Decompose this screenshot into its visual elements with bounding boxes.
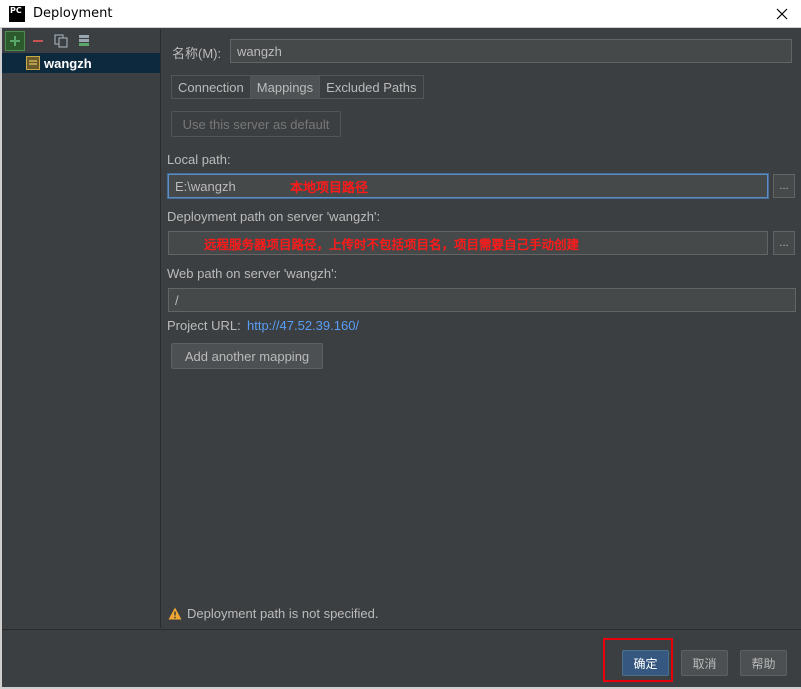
sftp-server-icon — [26, 56, 40, 70]
tab-excluded-paths[interactable]: Excluded Paths — [319, 75, 424, 99]
config-tabs: Connection Mappings Excluded Paths — [171, 75, 424, 99]
server-config-panel: 名称(M): wangzh Connection Mappings Exclud… — [162, 29, 801, 628]
name-label: 名称(M): — [172, 46, 222, 61]
title-bar: PC Deployment — [0, 0, 801, 28]
close-icon[interactable] — [771, 3, 793, 25]
local-path-value: E:\wangzh — [175, 178, 236, 194]
copy-server-button[interactable] — [51, 31, 71, 51]
set-default-server-button[interactable] — [74, 31, 94, 51]
help-button[interactable]: 帮助 — [740, 650, 787, 676]
tab-mappings[interactable]: Mappings — [249, 75, 321, 99]
local-path-annotation: 本地项目路径 — [290, 181, 369, 196]
warning-text: Deployment path is not specified. — [187, 606, 379, 621]
tab-connection[interactable]: Connection — [171, 75, 251, 99]
remove-server-button[interactable] — [28, 31, 48, 51]
ok-button[interactable]: 确定 — [622, 650, 669, 676]
project-url-link[interactable]: http://47.52.39.160/ — [247, 318, 359, 333]
server-item-label: wangzh — [44, 55, 92, 71]
pycharm-logo-icon: PC — [9, 5, 25, 22]
server-toolbar — [2, 29, 160, 53]
add-server-button[interactable] — [5, 31, 25, 51]
add-another-mapping-button[interactable]: Add another mapping — [171, 343, 323, 369]
server-name-input[interactable]: wangzh — [230, 39, 792, 63]
warning-message: Deployment path is not specified. — [168, 606, 379, 621]
dialog-button-bar: 确定 取消 帮助 — [0, 629, 801, 689]
deployment-path-label: Deployment path on server 'wangzh': — [167, 209, 381, 224]
local-path-input[interactable]: E:\wangzh — [168, 174, 768, 198]
project-url-label: Project URL: — [167, 318, 241, 333]
server-item-wangzh[interactable]: wangzh — [2, 53, 160, 73]
web-path-input[interactable]: / — [168, 288, 796, 312]
server-list-panel: wangzh — [2, 29, 161, 628]
minus-icon — [33, 40, 43, 42]
web-path-value: / — [175, 292, 179, 308]
copy-icon — [54, 34, 68, 48]
use-as-default-button[interactable]: Use this server as default — [171, 111, 341, 137]
local-path-browse-button[interactable]: ... — [773, 174, 795, 198]
warning-icon — [168, 607, 182, 620]
local-path-label: Local path: — [167, 152, 231, 167]
deployment-path-annotation: 远程服务器项目路径，上传时不包括项目名，项目需要自己手动创建 — [204, 237, 580, 252]
default-server-icon — [79, 35, 89, 46]
server-name-value: wangzh — [237, 43, 282, 59]
web-path-label: Web path on server 'wangzh': — [167, 266, 338, 281]
cancel-button[interactable]: 取消 — [681, 650, 728, 676]
window-title: Deployment — [33, 6, 113, 21]
plus-icon — [10, 36, 20, 46]
deployment-path-browse-button[interactable]: ... — [773, 231, 795, 255]
